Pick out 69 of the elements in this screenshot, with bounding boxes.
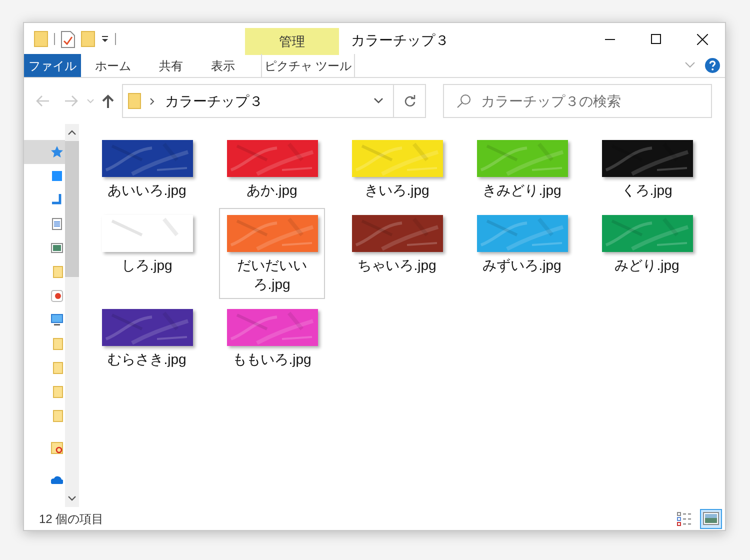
file-name: むらさき.jpg: [108, 350, 186, 369]
folder-icon: [51, 410, 63, 422]
scroll-down-icon[interactable]: [68, 496, 76, 501]
item-count: 12 個の項目: [39, 510, 104, 528]
nav-pane-item[interactable]: [24, 140, 65, 164]
large-icons-view-button[interactable]: [700, 508, 722, 528]
chevron-right-icon[interactable]: [150, 98, 155, 104]
scroll-up-icon[interactable]: [68, 130, 76, 135]
search-field[interactable]: カラーチップ３の検索: [481, 90, 711, 112]
address-bar[interactable]: カラーチップ３: [122, 84, 426, 118]
folder-icon: [51, 442, 63, 454]
monitor-icon: [51, 314, 63, 326]
star-icon: [51, 146, 63, 158]
file-item[interactable]: むらさき.jpg: [94, 302, 200, 374]
address-path[interactable]: カラーチップ３: [165, 90, 374, 112]
window-title: カラーチップ３: [351, 31, 449, 50]
close-icon: [696, 34, 708, 44]
picture-frame-icon: [703, 512, 719, 526]
list-icon: [677, 512, 693, 526]
ribbon-tab[interactable]: ホーム: [81, 54, 145, 77]
file-name: くろ.jpg: [622, 181, 672, 200]
file-item[interactable]: しろ.jpg: [94, 208, 200, 299]
desktop-icon: [51, 170, 63, 182]
dropdown-icon[interactable]: [101, 35, 109, 43]
file-item[interactable]: みどり.jpg: [594, 208, 700, 299]
file-name: しろ.jpg: [122, 256, 172, 275]
chevron-down-icon[interactable]: [374, 98, 383, 104]
scrollbar-thumb[interactable]: [65, 141, 79, 277]
file-item[interactable]: くろ.jpg: [594, 133, 700, 205]
file-item[interactable]: だいだいいろ.jpg: [219, 208, 325, 299]
file-item[interactable]: あいいろ.jpg: [94, 133, 200, 205]
file-name: みどり.jpg: [614, 256, 680, 275]
minimize-icon: [605, 38, 615, 40]
file-name: ももいろ.jpg: [232, 350, 312, 369]
ribbon-tab[interactable]: 表示: [197, 54, 249, 77]
file-item[interactable]: ももいろ.jpg: [219, 302, 325, 374]
folder-icon: [51, 266, 63, 278]
file-name: あいいろ.jpg: [108, 181, 186, 200]
search-box[interactable]: カラーチップ３の検索: [443, 84, 712, 118]
folder-icon: [51, 362, 63, 374]
search-icon: [457, 94, 471, 108]
checklist-icon[interactable]: [61, 30, 75, 48]
file-item[interactable]: ちゃいろ.jpg: [344, 208, 450, 299]
file-name: きいろ.jpg: [364, 181, 430, 200]
file-name: だいだいいろ.jpg: [236, 256, 308, 294]
help-icon[interactable]: [705, 58, 720, 73]
file-name: ちゃいろ.jpg: [358, 256, 436, 275]
maximize-icon: [651, 34, 661, 44]
cloud-icon: [51, 474, 63, 486]
folder-icon: [51, 386, 63, 398]
paint-icon: [51, 290, 63, 302]
file-item[interactable]: きいろ.jpg: [344, 133, 450, 205]
file-item[interactable]: あか.jpg: [219, 133, 325, 205]
ribbon-tab[interactable]: ファイル: [24, 54, 81, 77]
file-item[interactable]: きみどり.jpg: [469, 133, 575, 205]
ribbon-tab[interactable]: 共有: [145, 54, 197, 77]
file-name: きみどり.jpg: [482, 181, 562, 200]
document-icon: [51, 218, 63, 230]
contextual-tab-group: 管理: [245, 28, 339, 55]
file-name: あか.jpg: [246, 181, 298, 200]
scrollbar[interactable]: [65, 124, 79, 507]
file-item[interactable]: みずいろ.jpg: [469, 208, 575, 299]
ribbon-tab[interactable]: ピクチャ ツール: [261, 54, 355, 77]
picture-frame-icon: [51, 242, 63, 254]
up-arrow-icon[interactable]: [102, 94, 114, 108]
folder-icon: [128, 93, 141, 109]
refresh-icon: [404, 95, 416, 107]
folder-icon: [51, 338, 63, 350]
file-name: みずいろ.jpg: [482, 256, 562, 275]
